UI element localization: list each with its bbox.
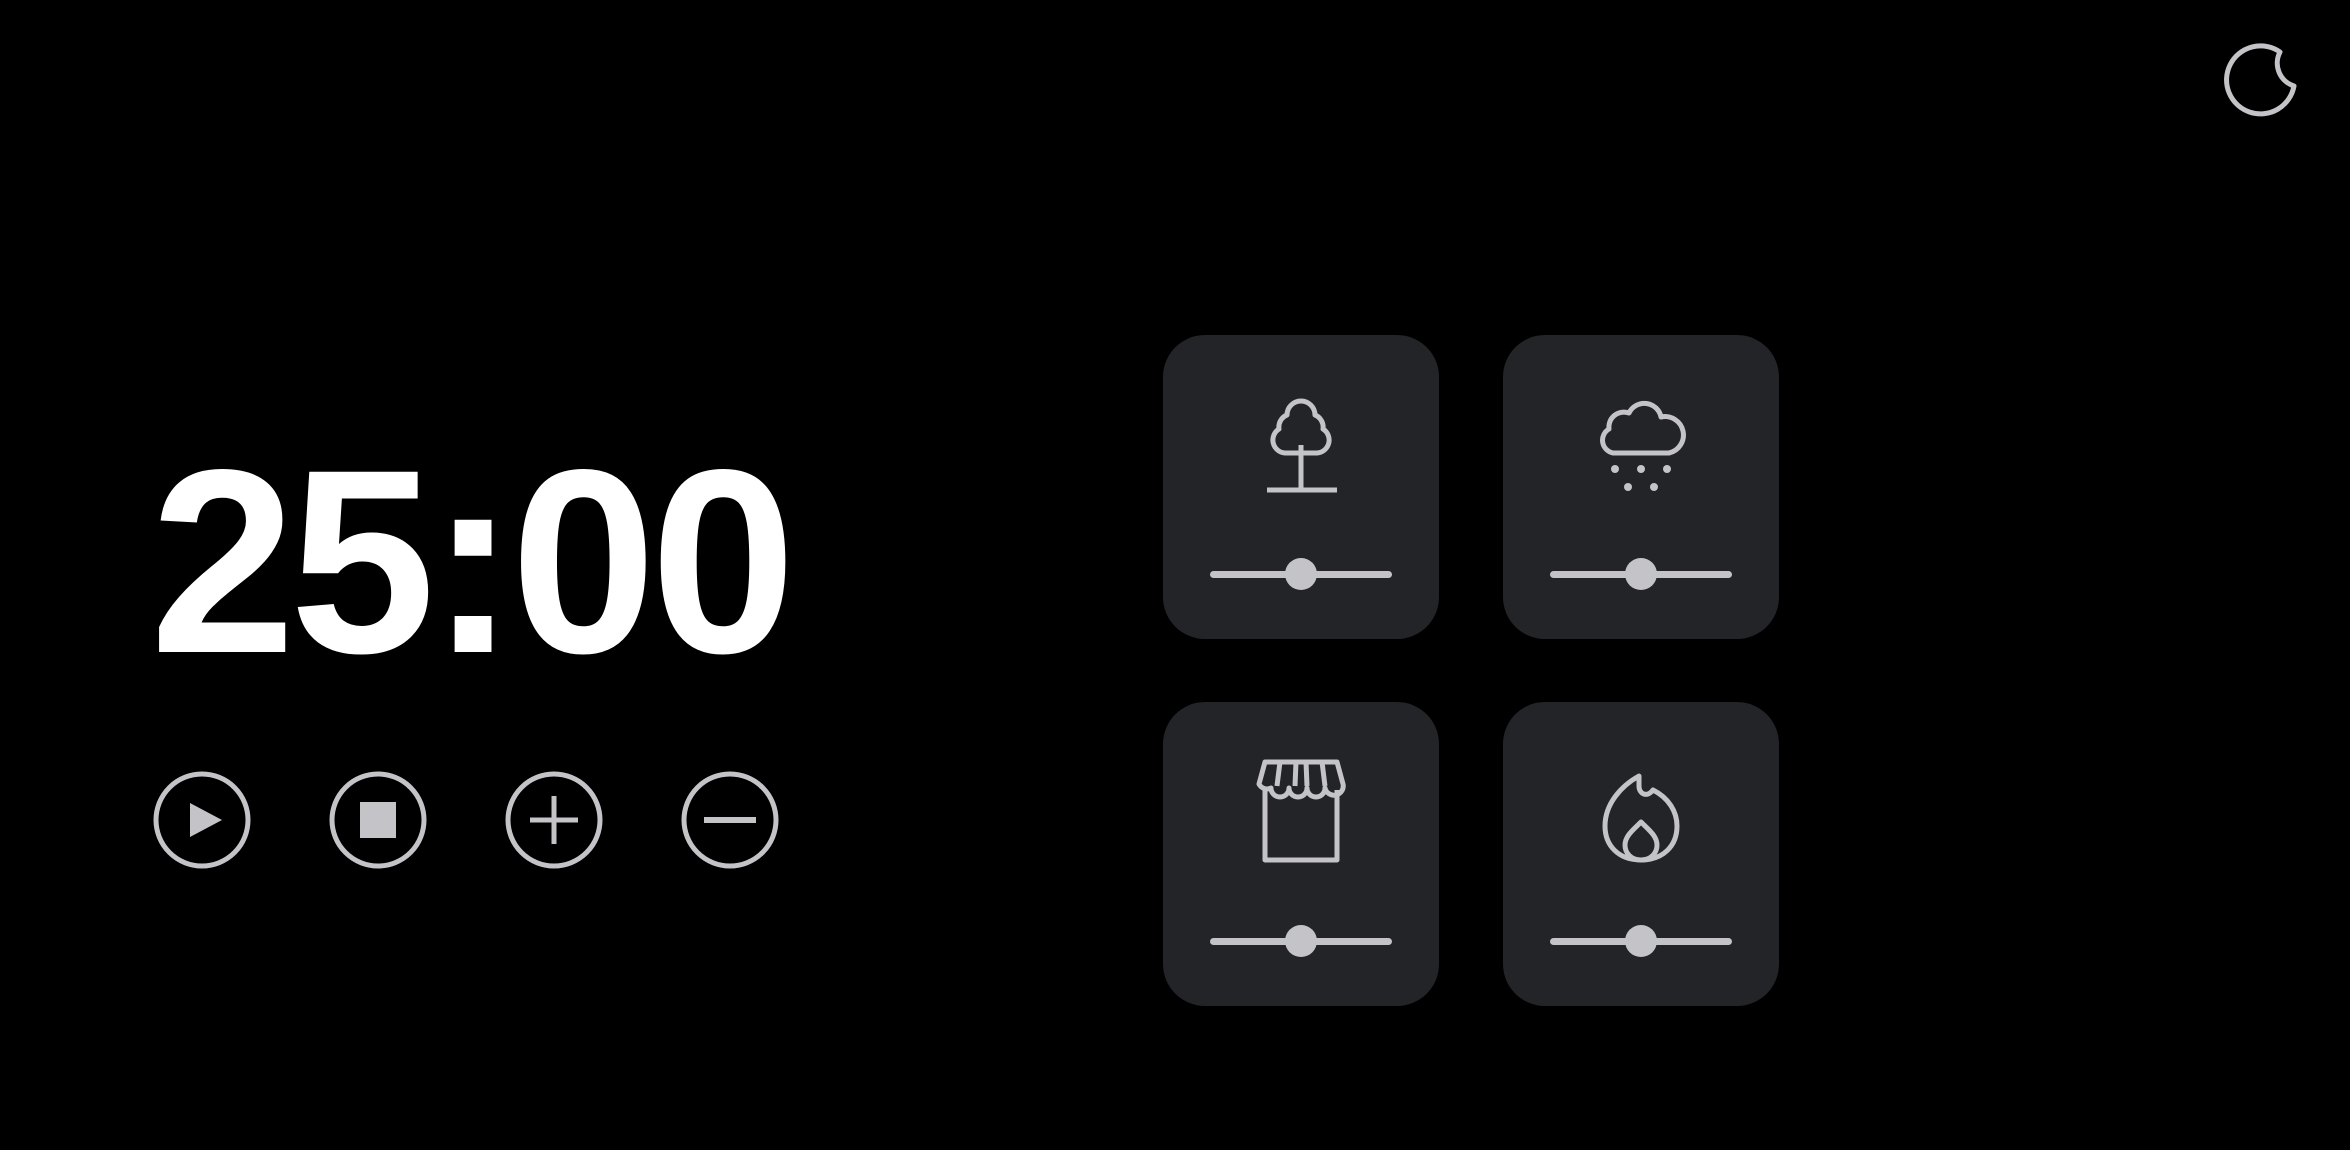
sound-card-cafe [1163,702,1439,1006]
slider-thumb[interactable] [1285,925,1317,957]
sound-card-forest [1163,335,1439,639]
theme-toggle-button[interactable] [2216,36,2300,120]
minus-icon [680,770,780,870]
tree-icon[interactable] [1241,383,1361,503]
slider-thumb[interactable] [1625,925,1657,957]
slider-thumb[interactable] [1625,558,1657,590]
fire-volume-slider[interactable] [1550,925,1732,957]
stop-icon [328,770,428,870]
stop-button[interactable] [328,770,428,870]
slider-thumb[interactable] [1285,558,1317,590]
play-button[interactable] [152,770,252,870]
sound-card-rain [1503,335,1779,639]
increase-time-button[interactable] [504,770,604,870]
cafe-volume-slider[interactable] [1210,925,1392,957]
decrease-time-button[interactable] [680,770,780,870]
play-icon [152,770,252,870]
plus-icon [504,770,604,870]
rain-cloud-icon[interactable] [1581,383,1701,503]
timer-display: 25:00 [150,415,796,708]
storefront-icon[interactable] [1241,750,1361,870]
moon-icon [2216,36,2300,120]
sound-card-fire [1503,702,1779,1006]
fire-icon[interactable] [1581,750,1701,870]
forest-volume-slider[interactable] [1210,558,1392,590]
rain-volume-slider[interactable] [1550,558,1732,590]
